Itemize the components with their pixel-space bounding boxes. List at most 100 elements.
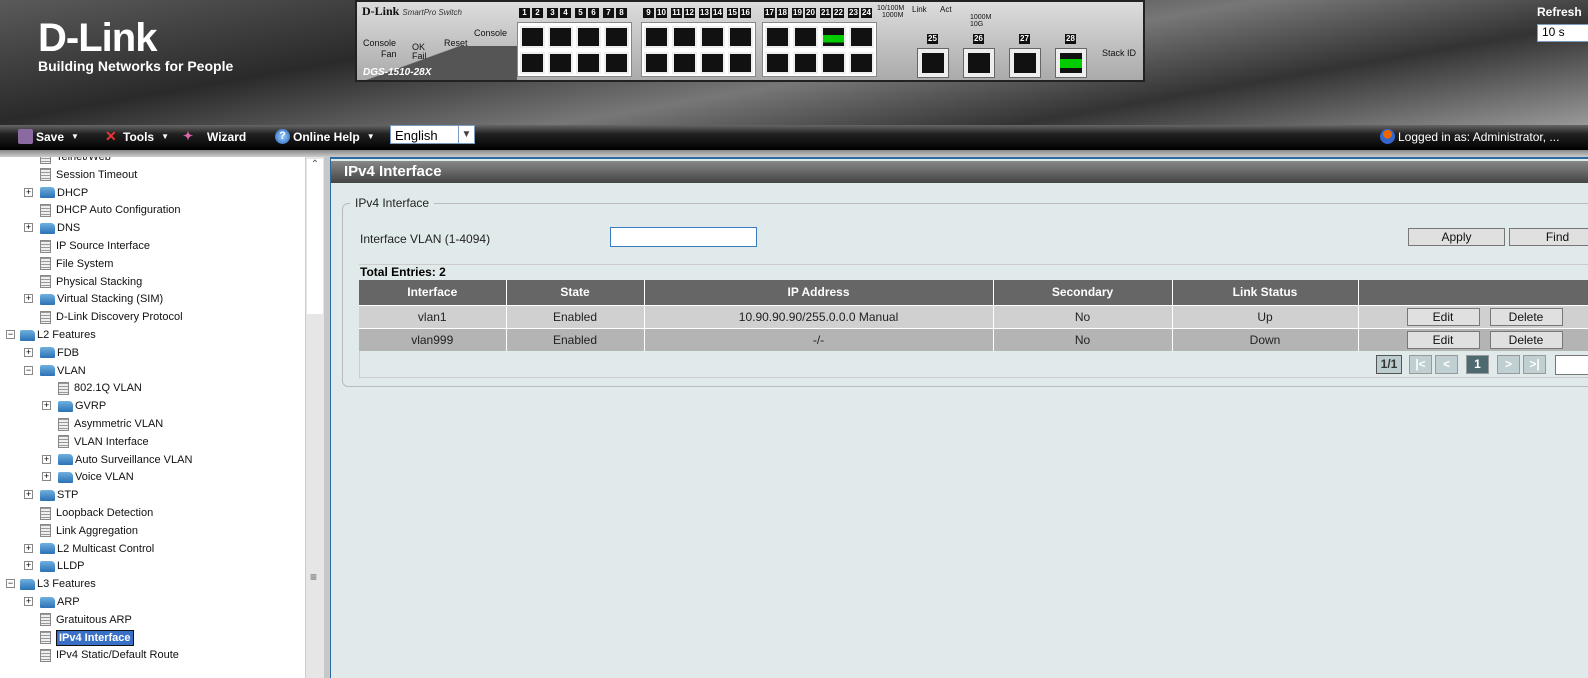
interface-vlan-input[interactable]: [610, 227, 757, 247]
tree-item[interactable]: Asymmetric VLAN: [58, 415, 163, 433]
port-16[interactable]: [728, 52, 753, 74]
online-help-menu[interactable]: ? Online Help ▼: [275, 129, 375, 144]
port-17[interactable]: [765, 26, 790, 48]
port-12[interactable]: [672, 52, 697, 74]
collapse-icon[interactable]: −: [6, 579, 15, 589]
goto-page-input[interactable]: [1555, 355, 1588, 375]
prev-page-button[interactable]: <: [1435, 355, 1458, 374]
port-23[interactable]: [849, 26, 874, 48]
tree-item[interactable]: Link Aggregation: [40, 522, 138, 540]
tree-item[interactable]: + DNS: [24, 219, 80, 237]
apply-button[interactable]: Apply: [1408, 228, 1505, 246]
port-11[interactable]: [672, 26, 697, 48]
tree-item[interactable]: Session Timeout: [40, 166, 137, 184]
tree-item[interactable]: + L2 Multicast Control: [24, 540, 154, 558]
port-1[interactable]: [520, 26, 545, 48]
tree-item[interactable]: IPv4 Static/Default Route: [40, 646, 179, 664]
tree-item[interactable]: Physical Stacking: [40, 273, 142, 291]
tree-item[interactable]: − L3 Features: [6, 575, 96, 593]
port-2[interactable]: [520, 52, 545, 74]
port-24[interactable]: [849, 52, 874, 74]
port-15[interactable]: [728, 26, 753, 48]
collapse-icon[interactable]: −: [24, 365, 33, 375]
port-5[interactable]: [576, 26, 601, 48]
port-number-label: 23: [848, 8, 859, 18]
tree-item[interactable]: + GVRP: [42, 397, 106, 415]
edit-button[interactable]: Edit: [1406, 330, 1480, 349]
tree-item[interactable]: D-Link Discovery Protocol: [40, 308, 183, 326]
tree-item[interactable]: IPv4 Interface: [40, 629, 134, 647]
expand-icon[interactable]: +: [24, 597, 33, 606]
tree-item[interactable]: File System: [40, 255, 113, 273]
port-9[interactable]: [644, 26, 669, 48]
port-18[interactable]: [765, 52, 790, 74]
expand-icon[interactable]: +: [24, 294, 33, 304]
scroll-up-icon[interactable]: ⌃: [307, 159, 323, 175]
expand-icon[interactable]: +: [24, 490, 33, 500]
first-page-button[interactable]: |<: [1409, 355, 1432, 374]
port-20[interactable]: [793, 52, 818, 74]
tree-item[interactable]: VLAN Interface: [58, 433, 149, 451]
expand-icon[interactable]: +: [42, 401, 51, 411]
sfp-port-27[interactable]: [1009, 48, 1041, 78]
port-14[interactable]: [700, 52, 725, 74]
port-22[interactable]: [821, 52, 846, 74]
tree-item[interactable]: IP Source Interface: [40, 237, 150, 255]
expand-icon[interactable]: +: [24, 187, 33, 197]
sfp-port-26[interactable]: [963, 48, 995, 78]
floppy-icon: [18, 129, 33, 144]
save-menu[interactable]: Save ▼: [18, 129, 79, 144]
port-21[interactable]: [821, 26, 846, 48]
collapse-icon[interactable]: −: [6, 330, 15, 339]
sfp-port-28[interactable]: [1055, 48, 1087, 78]
tools-menu[interactable]: ✕ Tools ▼: [105, 129, 169, 144]
splitter-grip-icon[interactable]: ≡: [310, 570, 317, 584]
expand-icon[interactable]: +: [24, 561, 33, 571]
scroll-thumb[interactable]: [307, 174, 323, 314]
tree-item[interactable]: − VLAN: [24, 362, 86, 380]
tree-item[interactable]: + ARP: [24, 593, 80, 611]
wizard-button[interactable]: ✦ Wizard: [183, 129, 246, 144]
port-number-label: 9: [643, 8, 654, 18]
last-page-button[interactable]: >|: [1523, 355, 1546, 374]
tree-item[interactable]: + Auto Surveillance VLAN: [42, 451, 192, 469]
tree-item[interactable]: + Virtual Stacking (SIM): [24, 290, 163, 308]
tree-item[interactable]: + DHCP: [24, 184, 88, 202]
port-10[interactable]: [644, 52, 669, 74]
port-3[interactable]: [548, 26, 573, 48]
expand-icon[interactable]: +: [42, 454, 51, 464]
find-button[interactable]: Find: [1509, 228, 1588, 246]
edit-button[interactable]: Edit: [1406, 307, 1480, 326]
tree-item[interactable]: + FDB: [24, 344, 79, 362]
tree-item[interactable]: − L2 Features: [6, 326, 96, 344]
expand-icon[interactable]: +: [24, 223, 33, 233]
port-13[interactable]: [700, 26, 725, 48]
tree-item[interactable]: Telnet/Web: [40, 157, 111, 166]
delete-button[interactable]: Delete: [1489, 307, 1563, 326]
tree-item[interactable]: DHCP Auto Configuration: [40, 201, 181, 219]
tree-item[interactable]: + STP: [24, 486, 78, 504]
expand-icon[interactable]: +: [24, 347, 33, 357]
expand-icon[interactable]: +: [24, 543, 33, 553]
port-19[interactable]: [793, 26, 818, 48]
current-page-button[interactable]: 1: [1466, 355, 1489, 374]
tree-item[interactable]: + LLDP: [24, 557, 85, 575]
tree-scrollbar[interactable]: ⌃: [305, 157, 324, 678]
tree-item[interactable]: Loopback Detection: [40, 504, 153, 522]
language-select[interactable]: English ▼: [390, 125, 475, 144]
device-front-panel[interactable]: D-Link SmartPro Switch DGS-1510-28X Conso…: [355, 0, 1145, 82]
tree-item[interactable]: 802.1Q VLAN: [58, 379, 142, 397]
port-6[interactable]: [576, 52, 601, 74]
speed-label: 10G: [970, 21, 984, 28]
port-4[interactable]: [548, 52, 573, 74]
expand-icon[interactable]: +: [42, 472, 51, 482]
page-indicator: 1/1: [1376, 355, 1402, 374]
tree-item[interactable]: + Voice VLAN: [42, 468, 134, 486]
tree-item[interactable]: Gratuitous ARP: [40, 611, 132, 629]
port-7[interactable]: [604, 26, 629, 48]
refresh-select[interactable]: 10 s: [1537, 24, 1588, 42]
port-8[interactable]: [604, 52, 629, 74]
sfp-port-25[interactable]: [917, 48, 949, 78]
next-page-button[interactable]: >: [1497, 355, 1520, 374]
delete-button[interactable]: Delete: [1489, 330, 1563, 349]
